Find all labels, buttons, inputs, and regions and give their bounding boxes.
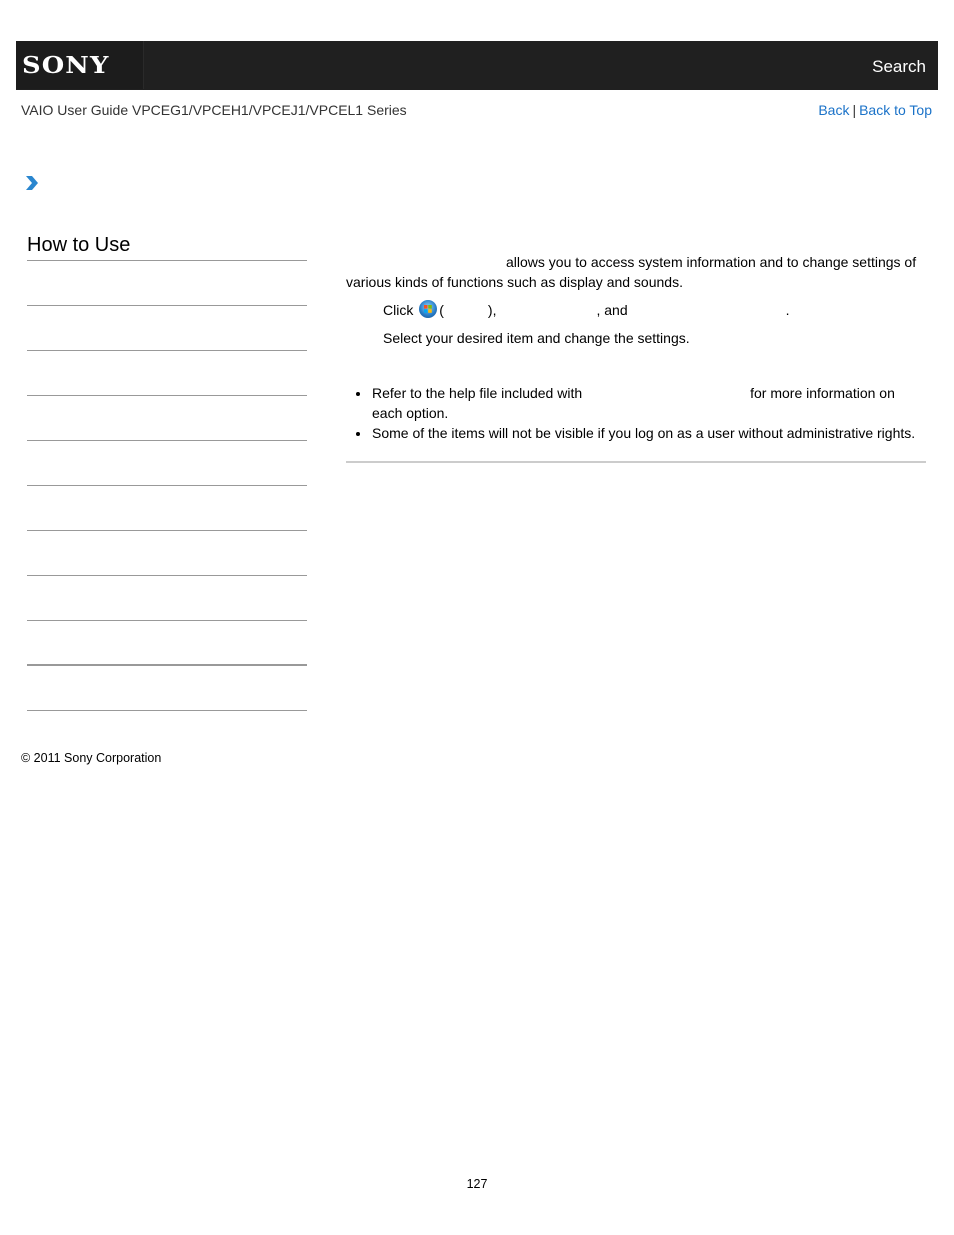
step-2: Select your desired item and change the …	[383, 330, 690, 346]
back-link[interactable]: Back	[818, 102, 849, 118]
step-1-click: Click	[383, 302, 414, 318]
sidebar-item[interactable]	[27, 351, 307, 396]
sidebar: How to Use	[27, 232, 307, 711]
step-1-and: , and	[596, 302, 628, 318]
main-content: allows you to access system information …	[346, 252, 926, 463]
sidebar-item[interactable]	[27, 531, 307, 576]
header-bar: SONY Search	[16, 41, 938, 90]
copyright: © 2011 Sony Corporation	[21, 751, 162, 765]
sidebar-item[interactable]	[27, 441, 307, 486]
back-to-top-link[interactable]: Back to Top	[859, 102, 932, 118]
note-item: Some of the items will not be visible if…	[346, 423, 926, 443]
step-1: Click (), , and.	[383, 298, 926, 322]
sidebar-title: How to Use	[27, 232, 307, 261]
sidebar-item[interactable]	[27, 396, 307, 441]
page-number: 127	[466, 1177, 488, 1191]
top-navigation: Back | Back to Top	[818, 102, 932, 118]
search-link[interactable]: Search	[872, 57, 926, 77]
sidebar-item[interactable]	[27, 576, 307, 621]
windows-start-icon	[419, 300, 438, 318]
step-1-open-paren: (	[439, 302, 444, 318]
note-item: Refer to the help file included with for …	[346, 383, 926, 423]
chevron-right-icon[interactable]	[25, 175, 39, 191]
sidebar-item[interactable]	[27, 621, 307, 666]
content-divider	[346, 461, 926, 463]
sidebar-item[interactable]	[27, 486, 307, 531]
sidebar-item[interactable]	[27, 306, 307, 351]
sidebar-item[interactable]	[27, 261, 307, 306]
link-separator: |	[852, 102, 857, 118]
sony-logo-text: SONY	[22, 51, 110, 79]
intro-paragraph: allows you to access system information …	[346, 254, 917, 290]
guide-title: VAIO User Guide VPCEG1/VPCEH1/VPCEJ1/VPC…	[21, 102, 407, 118]
sidebar-item[interactable]	[27, 666, 307, 711]
sony-logo[interactable]: SONY	[16, 41, 144, 89]
step-1-close-paren: ),	[487, 302, 497, 318]
step-1-period: .	[785, 302, 790, 318]
notes-list: Refer to the help file included with for …	[346, 383, 926, 443]
note-1-before: Refer to the help file included with	[372, 385, 583, 401]
